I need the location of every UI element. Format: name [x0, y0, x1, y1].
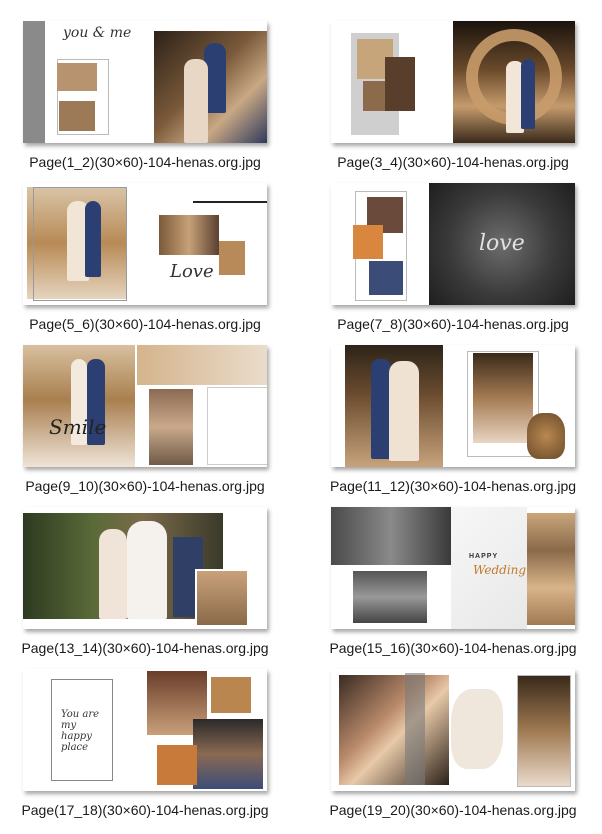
- file-item[interactable]: Smile Page(9_10)(30×60)-104-henas.org.jp…: [23, 345, 293, 505]
- file-name-label: Page(15_16)(30×60)-104-henas.org.jpg: [329, 640, 577, 656]
- file-name-label: Page(11_12)(30×60)-104-henas.org.jpg: [329, 478, 577, 494]
- file-name-label: Page(19_20)(30×60)-104-henas.org.jpg: [329, 802, 577, 818]
- thumbnail-image[interactable]: Smile: [23, 345, 267, 467]
- file-item[interactable]: love Page(7_8)(30×60)-104-henas.org.jpg: [331, 183, 601, 343]
- file-name-label: Page(3_4)(30×60)-104-henas.org.jpg: [337, 154, 569, 170]
- thumbnail-image[interactable]: Love: [23, 183, 267, 305]
- file-item[interactable]: Page(13_14)(30×60)-104-henas.org.jpg: [21, 507, 293, 667]
- file-name-label: Page(17_18)(30×60)-104-henas.org.jpg: [21, 802, 269, 818]
- thumb-script-text: Smile: [49, 415, 107, 439]
- file-item[interactable]: Page(11_12)(30×60)-104-henas.org.jpg: [330, 345, 601, 505]
- file-item[interactable]: Page(3_4)(30×60)-104-henas.org.jpg: [331, 21, 601, 181]
- thumbnail-image[interactable]: [331, 345, 575, 467]
- thumbnail-image[interactable]: you & me: [23, 21, 267, 143]
- thumbnail-image[interactable]: [331, 669, 575, 791]
- file-name-label: Page(9_10)(30×60)-104-henas.org.jpg: [25, 478, 265, 494]
- thumbnail-image[interactable]: love: [331, 183, 575, 305]
- file-thumbnail-grid: you & me Page(1_2)(30×60)-104-henas.org.…: [0, 0, 602, 834]
- file-item[interactable]: Page(19_20)(30×60)-104-henas.org.jpg: [329, 669, 601, 829]
- file-name-label: Page(1_2)(30×60)-104-henas.org.jpg: [29, 154, 261, 170]
- thumb-script-text: you & me: [63, 25, 132, 41]
- file-name-label: Page(13_14)(30×60)-104-henas.org.jpg: [21, 640, 269, 656]
- thumbnail-image[interactable]: [23, 507, 267, 629]
- thumbnail-image[interactable]: You are my happy place: [23, 669, 267, 791]
- thumbnail-image[interactable]: [331, 21, 575, 143]
- thumbnail-image[interactable]: HAPPY Wedding: [331, 507, 575, 629]
- thumb-wedding-text: Wedding: [473, 563, 527, 577]
- thumb-quote-text: You are my happy place: [61, 709, 100, 753]
- file-name-label: Page(7_8)(30×60)-104-henas.org.jpg: [337, 316, 569, 332]
- file-name-label: Page(5_6)(30×60)-104-henas.org.jpg: [29, 316, 261, 332]
- thumb-script-text: love: [479, 231, 525, 256]
- file-item[interactable]: HAPPY Wedding Page(15_16)(30×60)-104-hen…: [329, 507, 601, 667]
- thumb-happy-text: HAPPY: [469, 553, 499, 560]
- file-item[interactable]: Love Page(5_6)(30×60)-104-henas.org.jpg: [23, 183, 293, 343]
- file-item[interactable]: You are my happy place Page(17_18)(30×60…: [21, 669, 293, 829]
- thumb-script-text: Love: [170, 261, 214, 282]
- file-item[interactable]: you & me Page(1_2)(30×60)-104-henas.org.…: [23, 21, 293, 181]
